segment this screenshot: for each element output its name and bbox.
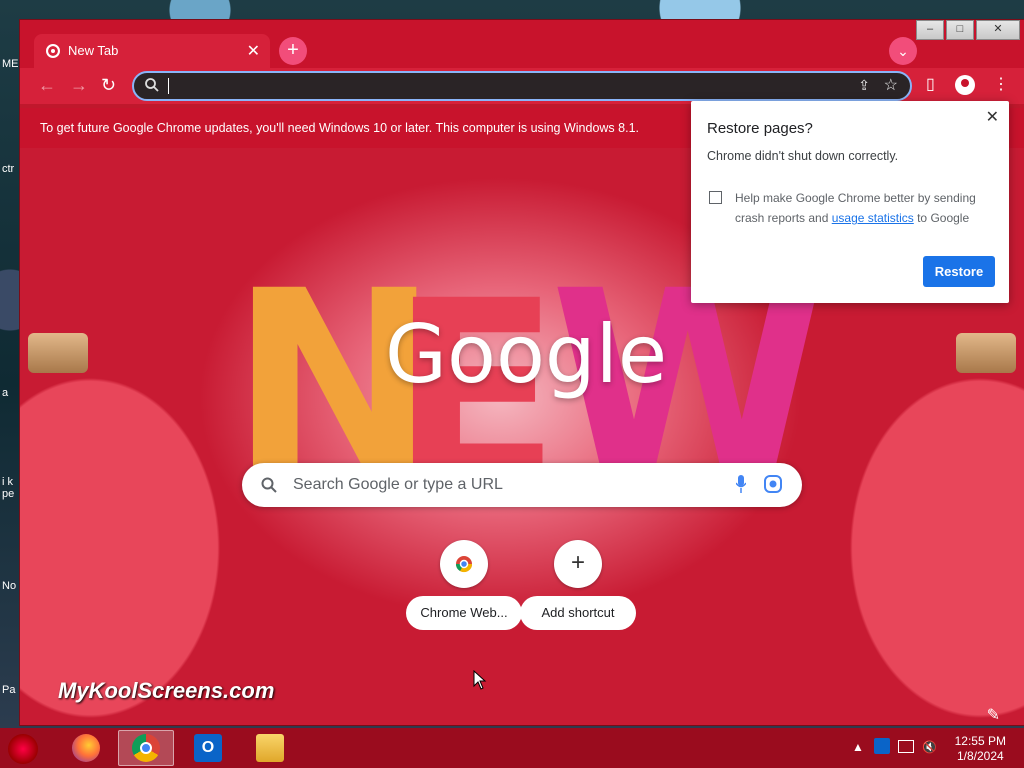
dialog-title: Restore pages?	[707, 120, 813, 137]
desktop-icon-label[interactable]: i k pe	[2, 476, 20, 500]
toolbar: ← → ↻ ⇪ ☆ ▯ ⋮	[20, 68, 1024, 104]
desktop-icon-label[interactable]: a	[2, 387, 8, 399]
clock-date: 1/8/2024	[956, 749, 1004, 763]
google-lens-icon[interactable]	[764, 475, 782, 493]
microphone-icon[interactable]	[736, 475, 746, 493]
customize-pencil-icon[interactable]: ✎	[987, 705, 1000, 725]
mouse-cursor-icon	[473, 670, 487, 690]
shortcut-label: Add shortcut	[520, 596, 636, 630]
new-tab-button[interactable]: +	[279, 37, 307, 65]
add-shortcut-button[interactable]: + Add shortcut	[520, 540, 636, 630]
back-button[interactable]: ←	[38, 76, 56, 94]
restore-pages-dialog: Restore pages? ✕ Chrome didn't shut down…	[691, 101, 1009, 303]
infobar-text: To get future Google Chrome updates, you…	[40, 121, 639, 135]
tab-new-tab[interactable]: New Tab ✕	[34, 34, 270, 68]
window-close-button[interactable]: ✕	[976, 20, 1020, 40]
system-clock[interactable]: 12:55 PM 1/8/2024	[955, 734, 1006, 764]
tab-search-button[interactable]: ⌄	[889, 37, 917, 65]
usage-statistics-link[interactable]: usage statistics	[832, 211, 914, 225]
desktop-icon-label[interactable]: ctr	[2, 163, 14, 175]
text-cursor	[168, 78, 169, 94]
taskbar-firefox[interactable]	[58, 730, 114, 766]
crash-reports-checkbox[interactable]	[709, 191, 722, 204]
volume-muted-icon[interactable]: 🔇	[922, 740, 937, 754]
shortcut-label: Chrome Web...	[406, 596, 522, 630]
outlook-tray-icon[interactable]	[874, 738, 890, 754]
bookmark-star-icon[interactable]: ☆	[884, 75, 898, 95]
ornament-decoration	[28, 333, 88, 373]
taskbar: O ▲ 🔇 12:55 PM 1/8/2024	[0, 728, 1024, 768]
shortcut-chrome-web-store[interactable]: Chrome Web...	[406, 540, 522, 630]
close-icon[interactable]: ✕	[247, 41, 260, 61]
desktop-icon-label[interactable]: ME	[2, 58, 19, 70]
chrome-icon	[440, 540, 488, 588]
chrome-icon	[132, 734, 160, 762]
plus-icon: +	[554, 540, 602, 588]
google-logo: Google	[385, 308, 668, 401]
taskbar-file-explorer[interactable]	[242, 730, 298, 766]
watermark: MyKoolScreens.com	[58, 678, 275, 703]
share-icon[interactable]: ⇪	[858, 77, 870, 94]
clock-time: 12:55 PM	[954, 734, 1006, 748]
dialog-message: Chrome didn't shut down correctly.	[707, 149, 899, 163]
ntp-search-box[interactable]: Search Google or type a URL	[242, 463, 802, 507]
reload-button[interactable]: ↻	[101, 76, 116, 94]
folder-icon	[256, 734, 284, 762]
restore-button[interactable]: Restore	[923, 256, 995, 287]
ornament-decoration	[956, 333, 1016, 373]
minimize-button[interactable]: –	[916, 20, 944, 40]
address-bar[interactable]: ⇪ ☆	[132, 71, 912, 101]
side-panel-icon[interactable]: ▯	[926, 74, 935, 94]
firefox-icon	[72, 734, 100, 762]
tab-title: New Tab	[68, 43, 119, 58]
search-placeholder: Search Google or type a URL	[293, 476, 503, 493]
profile-avatar[interactable]	[955, 75, 975, 95]
forward-button[interactable]: →	[70, 76, 88, 94]
maximize-button[interactable]: □	[946, 20, 974, 40]
desktop-icon-label[interactable]: Pa	[2, 684, 15, 696]
search-icon	[145, 78, 159, 92]
checkbox-label: Help make Google Chrome better by sendin…	[735, 191, 976, 225]
close-icon[interactable]: ✕	[986, 107, 999, 127]
menu-icon[interactable]: ⋮	[993, 74, 1009, 94]
search-icon	[261, 477, 277, 493]
taskbar-chrome[interactable]	[118, 730, 174, 766]
start-button[interactable]	[8, 734, 38, 764]
chrome-icon	[46, 44, 60, 58]
taskbar-outlook[interactable]: O	[180, 730, 236, 766]
desktop-icon-label[interactable]: No	[2, 580, 16, 592]
window-controls: – □ ✕	[914, 20, 1020, 40]
network-icon[interactable]	[898, 740, 914, 753]
tray-show-hidden-icon[interactable]: ▲	[852, 740, 864, 754]
outlook-icon: O	[194, 734, 222, 762]
